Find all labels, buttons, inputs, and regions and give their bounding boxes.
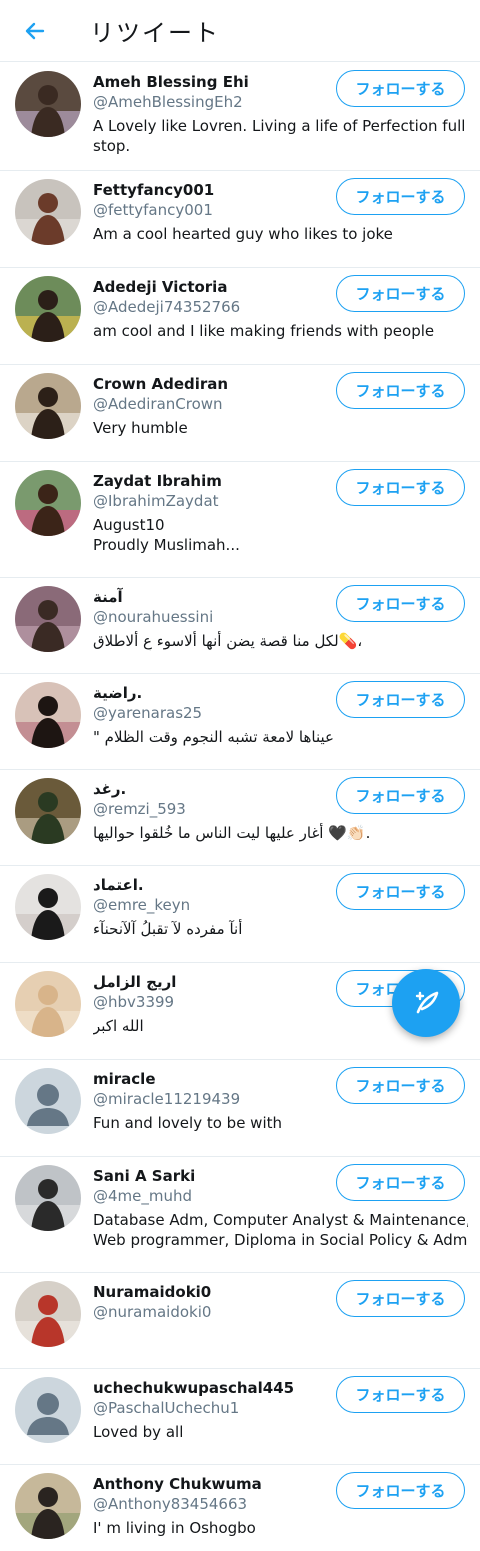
follow-button[interactable]: フォローする [336, 1472, 465, 1509]
user-name: Crown Adediran [93, 375, 229, 393]
user-name: رغد. [93, 780, 127, 798]
user-name: Anthony Chukwuma [93, 1475, 262, 1493]
avatar[interactable] [15, 71, 81, 137]
user-name: راضية. [93, 684, 143, 702]
user-bio: أغار عليها ليت الناس ما خُلقوا حواليها 🖤… [93, 823, 468, 843]
user-name: Zaydat Ibrahim [93, 472, 222, 490]
page-title: リツイート [90, 19, 220, 47]
follow-button[interactable]: フォローする [336, 372, 465, 409]
bio-line: لكل منا قصة يضن أنها ألاسوء عِ ألاطلاق💊، [93, 632, 363, 650]
follow-button[interactable]: フォローする [336, 585, 465, 622]
user-row[interactable]: Crown Adediran @AdediranCrown Very humble フ… [0, 365, 480, 462]
user-row[interactable]: Ameh Blessing Ehi @AmehBlessingEh2 A Lovel… [0, 63, 480, 171]
user-name: miracle [93, 1070, 156, 1088]
bio-line: August10 [93, 516, 165, 534]
user-name: Ameh Blessing Ehi [93, 73, 249, 91]
bio-line: Web programmer, Diploma in Social Policy… [93, 1231, 468, 1249]
follow-button[interactable]: フォローする [336, 178, 465, 215]
follow-button[interactable]: フォローする [336, 469, 465, 506]
user-name: Sani A Sarki [93, 1167, 196, 1185]
user-row[interactable]: Zaydat Ibrahim @IbrahimZaydat August10 Prou… [0, 462, 480, 578]
user-row[interactable]: uchechukwupaschal445 @PaschalUchechu1 Love… [0, 1369, 480, 1465]
avatar[interactable] [15, 586, 81, 652]
bio-line: " عيناها لامعة تشبه النجوم وقت الظلام [93, 728, 334, 746]
user-row[interactable]: راضية. @yarenaras25 " عيناها لامعة تشبه ال… [0, 674, 480, 770]
avatar[interactable] [15, 179, 81, 245]
user-bio: Very humble [93, 418, 468, 438]
avatar[interactable] [15, 1377, 81, 1443]
user-name: Fettyfancy001 [93, 181, 215, 199]
user-bio: August10 Proudly Muslimah... [93, 515, 468, 555]
user-name: Adedeji Victoria [93, 278, 228, 296]
avatar[interactable] [15, 971, 81, 1037]
avatar[interactable] [15, 1473, 81, 1539]
bio-line: A Lovely like Lovren. Living a life of P… [93, 117, 466, 135]
user-bio: لكل منا قصة يضن أنها ألاسوء عِ ألاطلاق💊، [93, 631, 468, 651]
user-name: آمنة [93, 588, 123, 606]
follow-button[interactable]: フォローする [336, 1067, 465, 1104]
bio-line: Proudly Muslimah... [93, 536, 240, 554]
user-row[interactable]: Nuramaidoki0 @nuramaidoki0 フォローする [0, 1273, 480, 1369]
follow-button[interactable]: フォローする [336, 873, 465, 910]
user-bio: A Lovely like Lovren. Living a life of P… [93, 116, 468, 156]
retweeters-list: Ameh Blessing Ehi @AmehBlessingEh2 A Lovel… [0, 63, 480, 1551]
avatar[interactable] [15, 373, 81, 439]
user-bio: am cool and I like making friends with p… [93, 321, 468, 341]
follow-button[interactable]: フォローする [336, 777, 465, 814]
user-bio: Fun and lovely to be with [93, 1113, 468, 1133]
bio-line: Very humble [93, 419, 188, 437]
user-name: uchechukwupaschal445 [93, 1379, 295, 1397]
bio-line: Am a cool hearted guy who likes to joke [93, 225, 393, 243]
user-row[interactable]: miracle @miracle11219439 Fun and lovely to… [0, 1060, 480, 1157]
user-row[interactable]: Anthony Chukwuma @Anthony83454663 I' m liv… [0, 1465, 480, 1551]
follow-button[interactable]: フォローする [336, 1164, 465, 1201]
user-bio: Am a cool hearted guy who likes to joke [93, 224, 468, 244]
bio-line: stop. [93, 137, 131, 155]
follow-button[interactable]: フォローする [336, 275, 465, 312]
user-row[interactable]: Sani A Sarki @4me_muhd Database Adm, Compu… [0, 1157, 480, 1273]
bio-line: Database Adm, Computer Analyst & Mainten… [93, 1211, 468, 1229]
back-button[interactable] [0, 0, 70, 62]
compose-feather-icon [415, 991, 439, 1014]
compose-tweet-button[interactable] [392, 969, 460, 1037]
user-bio: Database Adm, Computer Analyst & Mainten… [93, 1210, 468, 1250]
follow-button[interactable]: フォローする [336, 681, 465, 718]
user-bio: " عيناها لامعة تشبه النجوم وقت الظلام [93, 727, 468, 747]
follow-button[interactable]: フォローする [336, 1280, 465, 1317]
user-row[interactable]: آمنة @nourahuessini لكل منا قصة يضن أنها أ… [0, 578, 480, 674]
follow-button[interactable]: フォローする [336, 70, 465, 107]
user-name: اريج الزامل [93, 973, 177, 991]
user-name: Nuramaidoki0 [93, 1283, 212, 1301]
user-row[interactable]: Fettyfancy001 @fettyfancy001 Am a cool hea… [0, 171, 480, 268]
avatar[interactable] [15, 470, 81, 536]
avatar[interactable] [15, 1165, 81, 1231]
bio-line: أنآ مفرده لآ تقبلُ آلآنحنآء [93, 920, 243, 938]
avatar[interactable] [15, 1281, 81, 1347]
user-row[interactable]: رغد. @remzi_593 أغار عليها ليت الناس ما خُ… [0, 770, 480, 866]
avatar[interactable] [15, 276, 81, 342]
avatar[interactable] [15, 682, 81, 748]
bio-line: Loved by all [93, 1423, 184, 1441]
avatar[interactable] [15, 874, 81, 940]
follow-button[interactable]: フォローする [336, 1376, 465, 1413]
bio-line: am cool and I like making friends with p… [93, 322, 435, 340]
arrow-left-icon [25, 22, 45, 39]
user-row[interactable]: اعتماد. @emre_keyn أنآ مفرده لآ تقبلُ آلآن… [0, 866, 480, 963]
top-bar: リツイート [0, 0, 480, 62]
bio-line: I' m living in Oshogbo [93, 1519, 256, 1537]
user-bio: Loved by all [93, 1422, 468, 1442]
bio-line: Fun and lovely to be with [93, 1114, 283, 1132]
user-bio: أنآ مفرده لآ تقبلُ آلآنحنآء [93, 919, 468, 939]
bio-line: أغار عليها ليت الناس ما خُلقوا حواليها 🖤… [93, 824, 371, 842]
user-bio: I' m living in Oshogbo [93, 1518, 468, 1538]
user-row[interactable]: Adedeji Victoria @Adedeji74352766 am cool … [0, 268, 480, 365]
avatar[interactable] [15, 1068, 81, 1134]
user-name: اعتماد. [93, 876, 144, 894]
avatar[interactable] [15, 778, 81, 844]
